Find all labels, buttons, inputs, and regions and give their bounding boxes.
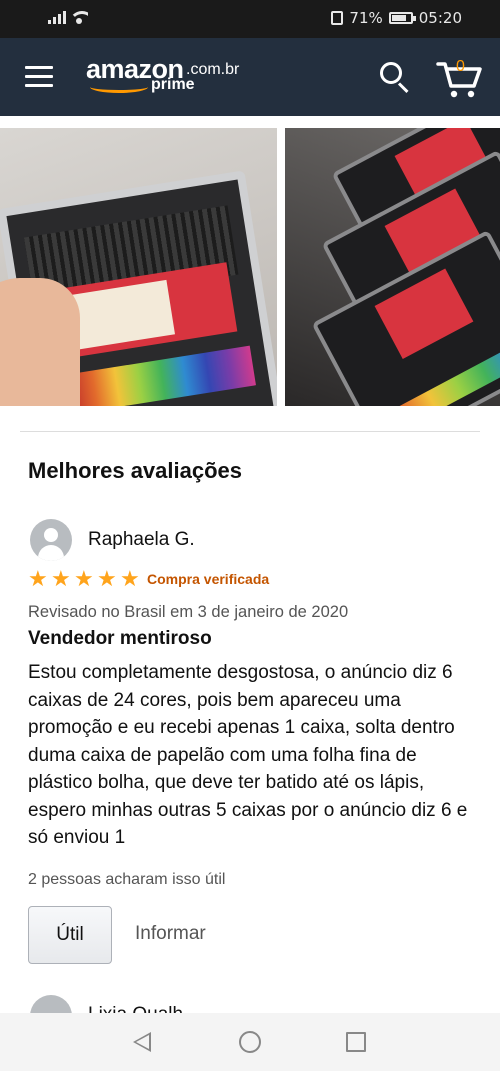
- review-date: Revisado no Brasil em 3 de janeiro de 20…: [28, 603, 349, 621]
- amazon-logo[interactable]: amazon .com.br prime: [86, 54, 239, 93]
- review-body: Estou completamente desgostosa, o anúnci…: [28, 662, 468, 848]
- battery-percent: 71%: [349, 9, 383, 27]
- home-icon[interactable]: [239, 1031, 261, 1053]
- star-icon: ★: [28, 567, 48, 592]
- helpful-count: 2 pessoas acharam isso útil: [28, 871, 226, 888]
- hand-image: [0, 278, 80, 406]
- smile-icon: [90, 81, 148, 93]
- menu-icon[interactable]: [25, 66, 53, 88]
- vibrate-icon: [331, 11, 344, 25]
- product-photo-1[interactable]: [0, 128, 277, 406]
- cart-button[interactable]: 0: [436, 56, 482, 100]
- star-rating: ★ ★ ★ ★ ★: [28, 567, 142, 592]
- star-icon: ★: [51, 567, 71, 592]
- report-link[interactable]: Informar: [135, 923, 206, 945]
- system-nav-bar: [0, 1013, 500, 1071]
- status-left: [48, 10, 88, 24]
- star-icon: ★: [97, 567, 117, 592]
- avatar[interactable]: [30, 519, 72, 561]
- helpful-button[interactable]: Útil: [28, 906, 112, 964]
- star-icon: ★: [74, 567, 94, 592]
- recent-apps-icon[interactable]: [346, 1032, 366, 1052]
- clock: 05:20: [418, 9, 462, 27]
- review-title: Vendedor mentiroso: [28, 628, 212, 649]
- app-header: amazon .com.br prime 0: [0, 38, 500, 116]
- section-divider: [20, 431, 480, 432]
- verified-badge: Compra verificada: [147, 571, 270, 587]
- star-icon: ★: [120, 567, 140, 592]
- product-photo-2[interactable]: [285, 128, 500, 406]
- reviewer-name[interactable]: Raphaela G.: [88, 529, 195, 551]
- section-title: Melhores avaliações: [28, 458, 243, 483]
- logo-prime: prime: [151, 76, 195, 93]
- battery-icon: [388, 12, 416, 24]
- signal-icon: [48, 10, 66, 24]
- cart-count: 0: [456, 58, 465, 75]
- wifi-icon: [70, 10, 88, 24]
- status-bar: 71% 05:20: [0, 0, 500, 38]
- status-right: 71% 05:20: [331, 9, 462, 27]
- search-icon[interactable]: [380, 62, 412, 94]
- back-icon[interactable]: [133, 1032, 151, 1052]
